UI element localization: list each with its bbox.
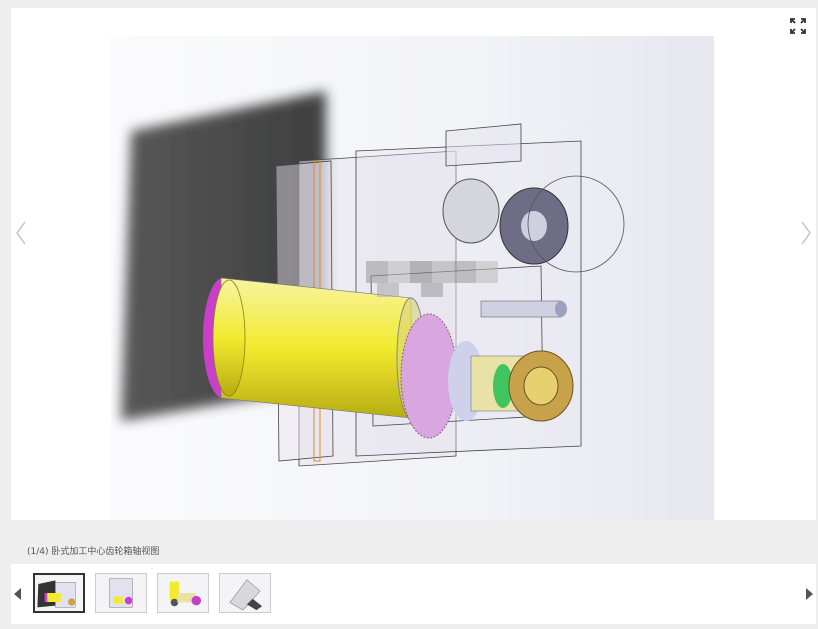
thumbnail-strip [11,564,816,624]
triangle-left-icon [14,588,21,600]
thumbnail-1[interactable] [33,573,85,613]
thumbnail-3[interactable] [157,573,209,613]
gearbox-model-image [111,36,714,520]
thumbnail-next-button[interactable] [804,586,816,602]
image-caption: (1/4) 卧式加工中心齿轮箱轴视图 [27,547,160,557]
thumbnail-4[interactable] [219,573,271,613]
triangle-right-icon [806,588,813,600]
chevron-right-icon [801,221,811,245]
image-viewer [11,8,816,520]
fullscreen-button[interactable] [788,16,808,36]
thumbnail-prev-button[interactable] [11,586,23,602]
prev-image-button[interactable] [11,218,31,248]
next-image-button[interactable] [796,218,816,248]
fullscreen-icon [790,18,806,34]
caption-bar: (1/4) 卧式加工中心齿轮箱轴视图 [11,537,816,564]
thumbnail-2[interactable] [95,573,147,613]
chevron-left-icon [16,221,26,245]
